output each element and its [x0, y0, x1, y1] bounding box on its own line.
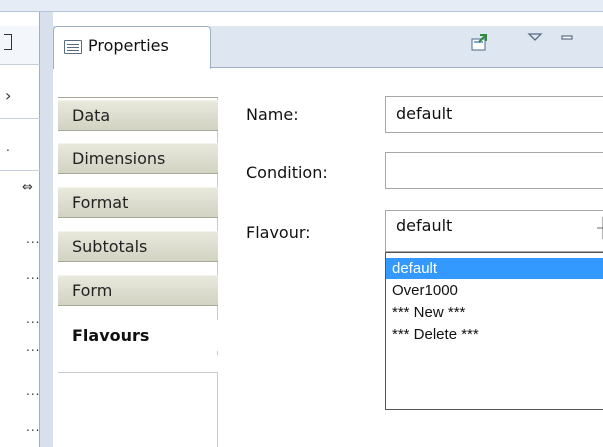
condition-field[interactable]	[385, 152, 603, 189]
left-view-ellipsis: ...	[26, 232, 41, 246]
chevron-down-icon[interactable]	[597, 215, 603, 241]
tab-flavours[interactable]: Flavours	[58, 320, 218, 351]
tab-properties-label: Properties	[88, 36, 169, 55]
tab-form[interactable]: Form	[58, 275, 218, 306]
flavour-option-new[interactable]: *** New ***	[386, 302, 603, 323]
minimize-icon[interactable]	[560, 30, 574, 44]
left-view-icon	[4, 34, 12, 50]
tab-subtotals[interactable]: Subtotals	[58, 231, 218, 262]
window-top-band	[0, 0, 603, 12]
left-view-ellipsis: ...	[26, 268, 41, 282]
name-label: Name:	[246, 105, 299, 124]
left-view-ellipsis: ...	[26, 384, 41, 398]
pin-icon[interactable]	[470, 33, 488, 53]
flavour-option-delete[interactable]: *** Delete ***	[386, 324, 603, 345]
properties-icon	[64, 40, 82, 54]
flavour-label: Flavour:	[246, 223, 311, 242]
view-separator[interactable]	[40, 12, 53, 447]
left-view-ellipsis: ...	[26, 312, 41, 326]
left-view-divider	[0, 118, 40, 119]
name-field[interactable]: default	[385, 96, 603, 133]
view-menu-icon[interactable]	[526, 30, 544, 44]
tab-data[interactable]: Data	[58, 100, 218, 131]
left-view-panel	[0, 12, 40, 447]
flavour-option-default[interactable]: default	[386, 258, 603, 279]
flavour-option-over1000[interactable]: Over1000	[386, 280, 603, 301]
left-view-ellipsis: ...	[26, 420, 41, 434]
tab-column-top	[58, 70, 218, 98]
flavour-combo-value: default	[396, 216, 453, 235]
tab-format[interactable]: Format	[58, 187, 218, 218]
left-view-ellipsis: ...	[26, 340, 41, 354]
left-view-dot: .	[6, 140, 10, 154]
condition-label: Condition:	[246, 163, 328, 182]
left-view-divider	[0, 170, 40, 171]
link-icon[interactable]: ⇔	[22, 180, 33, 195]
flavour-combo[interactable]: default	[385, 210, 603, 252]
tab-dimensions[interactable]: Dimensions	[58, 143, 218, 174]
chevron-right-icon[interactable]: ›	[5, 86, 11, 105]
tab-column-spacer	[58, 355, 218, 373]
